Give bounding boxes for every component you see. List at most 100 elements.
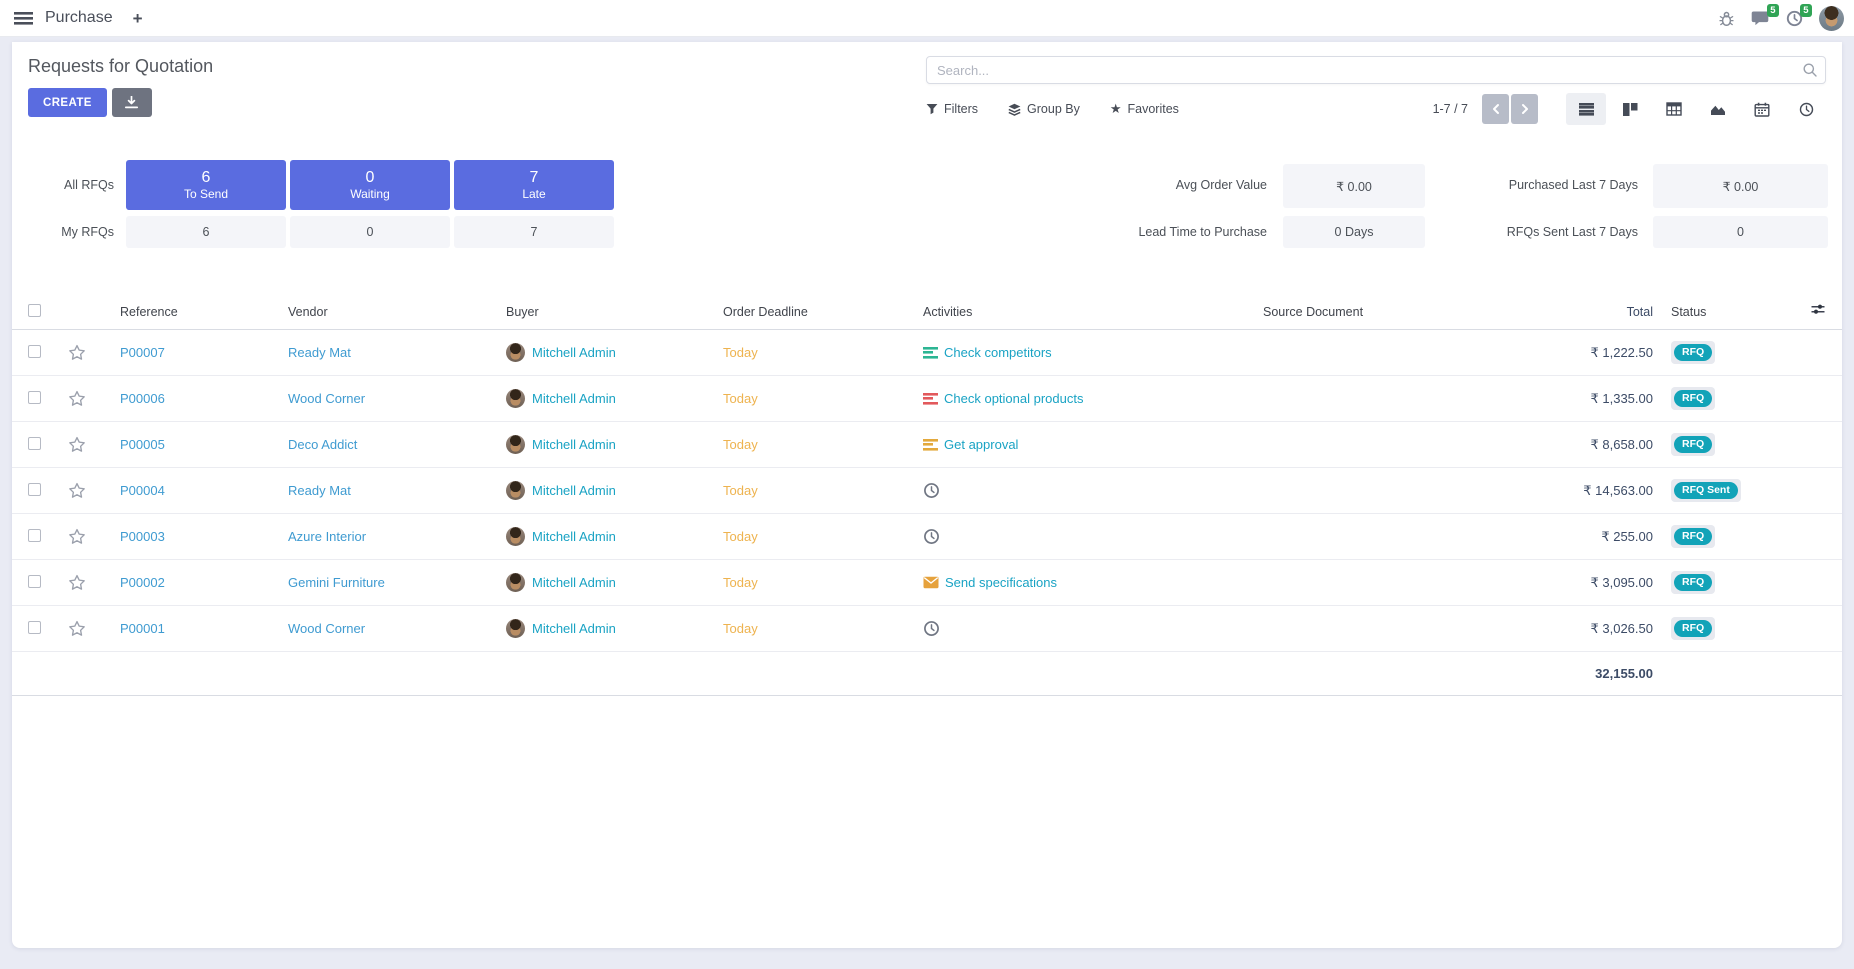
kpi-all-waiting[interactable]: 0 Waiting (290, 160, 450, 210)
vendor-link[interactable]: Wood Corner (288, 391, 365, 406)
row-checkbox[interactable] (28, 529, 41, 542)
buyer-link[interactable]: Mitchell Admin (532, 483, 616, 498)
view-list-button[interactable] (1566, 93, 1606, 125)
search-input[interactable] (926, 56, 1826, 84)
buyer-link[interactable]: Mitchell Admin (532, 575, 616, 590)
table-row[interactable]: P00007 Ready Mat Mitchell Admin Today Ch… (12, 330, 1842, 376)
search-icon[interactable] (1802, 62, 1818, 83)
row-checkbox[interactable] (28, 391, 41, 404)
status-badge: RFQ (1671, 341, 1715, 365)
reference-link[interactable]: P00003 (120, 529, 165, 544)
view-switcher (1566, 93, 1826, 125)
reference-link[interactable]: P00006 (120, 391, 165, 406)
row-checkbox[interactable] (28, 621, 41, 634)
activity-link[interactable]: Get approval (944, 437, 1018, 452)
order-deadline-value: Today (723, 483, 758, 498)
activities-menu[interactable]: 5 (1786, 10, 1803, 27)
view-calendar-button[interactable] (1742, 93, 1782, 125)
vendor-link[interactable]: Ready Mat (288, 345, 351, 360)
table-row[interactable]: P00002 Gemini Furniture Mitchell Admin T… (12, 560, 1842, 606)
kpi-my-waiting[interactable]: 0 (290, 216, 450, 248)
apps-menu-icon[interactable] (14, 12, 33, 25)
vendor-link[interactable]: Deco Addict (288, 437, 357, 452)
view-graph-button[interactable] (1698, 93, 1738, 125)
select-all-checkbox[interactable] (28, 304, 41, 317)
favorite-star-icon[interactable] (68, 574, 86, 591)
total-amount: ₹ 1,335.00 (1533, 391, 1653, 407)
table-footer-row: 32,155.00 (12, 652, 1842, 696)
favorite-star-icon[interactable] (68, 528, 86, 545)
group-by-button[interactable]: Group By (1008, 102, 1080, 116)
favorite-star-icon[interactable] (68, 620, 86, 637)
header-order-deadline[interactable]: Order Deadline (723, 305, 923, 319)
export-button[interactable] (112, 88, 152, 117)
create-button[interactable]: CREATE (28, 88, 107, 117)
vendor-link[interactable]: Azure Interior (288, 529, 366, 544)
table-row[interactable]: P00003 Azure Interior Mitchell Admin Tod… (12, 514, 1842, 560)
header-status[interactable]: Status (1653, 305, 1803, 319)
activity-link[interactable]: Send specifications (945, 575, 1057, 590)
table-row[interactable]: P00001 Wood Corner Mitchell Admin Today … (12, 606, 1842, 652)
header-reference[interactable]: Reference (120, 305, 288, 319)
header-vendor[interactable]: Vendor (288, 305, 506, 319)
clock-icon[interactable] (923, 482, 940, 499)
header-total[interactable]: Total (1533, 305, 1653, 319)
status-badge: RFQ (1671, 571, 1715, 595)
buyer-link[interactable]: Mitchell Admin (532, 391, 616, 406)
activity-link[interactable]: Check optional products (944, 391, 1083, 406)
status-badge: RFQ (1671, 617, 1715, 641)
rfqs-sent-last7-label: RFQs Sent Last 7 Days (1416, 216, 1638, 248)
reference-link[interactable]: P00002 (120, 575, 165, 590)
row-checkbox[interactable] (28, 437, 41, 450)
reference-link[interactable]: P00007 (120, 345, 165, 360)
row-checkbox[interactable] (28, 483, 41, 496)
view-activity-button[interactable] (1786, 93, 1826, 125)
kpi-all-to-send[interactable]: 6 To Send (126, 160, 286, 210)
total-amount: ₹ 1,222.50 (1533, 345, 1653, 361)
view-pivot-button[interactable] (1654, 93, 1694, 125)
user-avatar[interactable] (1819, 6, 1844, 31)
optional-columns-button[interactable] (1810, 302, 1826, 320)
debug-bug-icon[interactable] (1718, 10, 1735, 27)
reference-link[interactable]: P00004 (120, 483, 165, 498)
buyer-link[interactable]: Mitchell Admin (532, 345, 616, 360)
vendor-link[interactable]: Gemini Furniture (288, 575, 385, 590)
kpi-all-late[interactable]: 7 Late (454, 160, 614, 210)
pager-next-button[interactable] (1511, 94, 1538, 124)
vendor-link[interactable]: Ready Mat (288, 483, 351, 498)
favorite-star-icon[interactable] (68, 482, 86, 499)
header-buyer[interactable]: Buyer (506, 305, 723, 319)
table-row[interactable]: P00005 Deco Addict Mitchell Admin Today … (12, 422, 1842, 468)
table-row[interactable]: P00004 Ready Mat Mitchell Admin Today ₹ … (12, 468, 1842, 514)
buyer-link[interactable]: Mitchell Admin (532, 621, 616, 636)
buyer-link[interactable]: Mitchell Admin (532, 437, 616, 452)
kpi-my-late[interactable]: 7 (454, 216, 614, 248)
favorite-star-icon[interactable] (68, 390, 86, 407)
favorite-star-icon[interactable] (68, 436, 86, 453)
row-checkbox[interactable] (28, 345, 41, 358)
clock-icon[interactable] (923, 620, 940, 637)
vendor-link[interactable]: Wood Corner (288, 621, 365, 636)
favorites-button[interactable]: ★ Favorites (1110, 101, 1179, 117)
messages-menu[interactable]: 5 (1751, 10, 1770, 27)
reference-link[interactable]: P00005 (120, 437, 165, 452)
status-badge: RFQ Sent (1671, 479, 1741, 503)
app-name[interactable]: Purchase (45, 9, 113, 27)
kpi-my-to-send[interactable]: 6 (126, 216, 286, 248)
header-source-document[interactable]: Source Document (1263, 305, 1533, 319)
rfq-list-view: Reference Vendor Buyer Order Deadline Ac… (12, 294, 1842, 696)
new-tab-plus-button[interactable]: + (133, 10, 143, 27)
clock-icon[interactable] (923, 528, 940, 545)
reference-link[interactable]: P00001 (120, 621, 165, 636)
pager-previous-button[interactable] (1482, 94, 1509, 124)
row-checkbox[interactable] (28, 575, 41, 588)
favorite-star-icon[interactable] (68, 344, 86, 361)
buyer-link[interactable]: Mitchell Admin (532, 529, 616, 544)
filters-button[interactable]: Filters (926, 102, 978, 116)
view-kanban-button[interactable] (1610, 93, 1650, 125)
header-activities[interactable]: Activities (923, 305, 1263, 319)
table-row[interactable]: P00006 Wood Corner Mitchell Admin Today … (12, 376, 1842, 422)
main-content-card: Requests for Quotation CREATE (12, 42, 1842, 948)
activity-link[interactable]: Check competitors (944, 345, 1052, 360)
order-deadline-value: Today (723, 345, 758, 360)
